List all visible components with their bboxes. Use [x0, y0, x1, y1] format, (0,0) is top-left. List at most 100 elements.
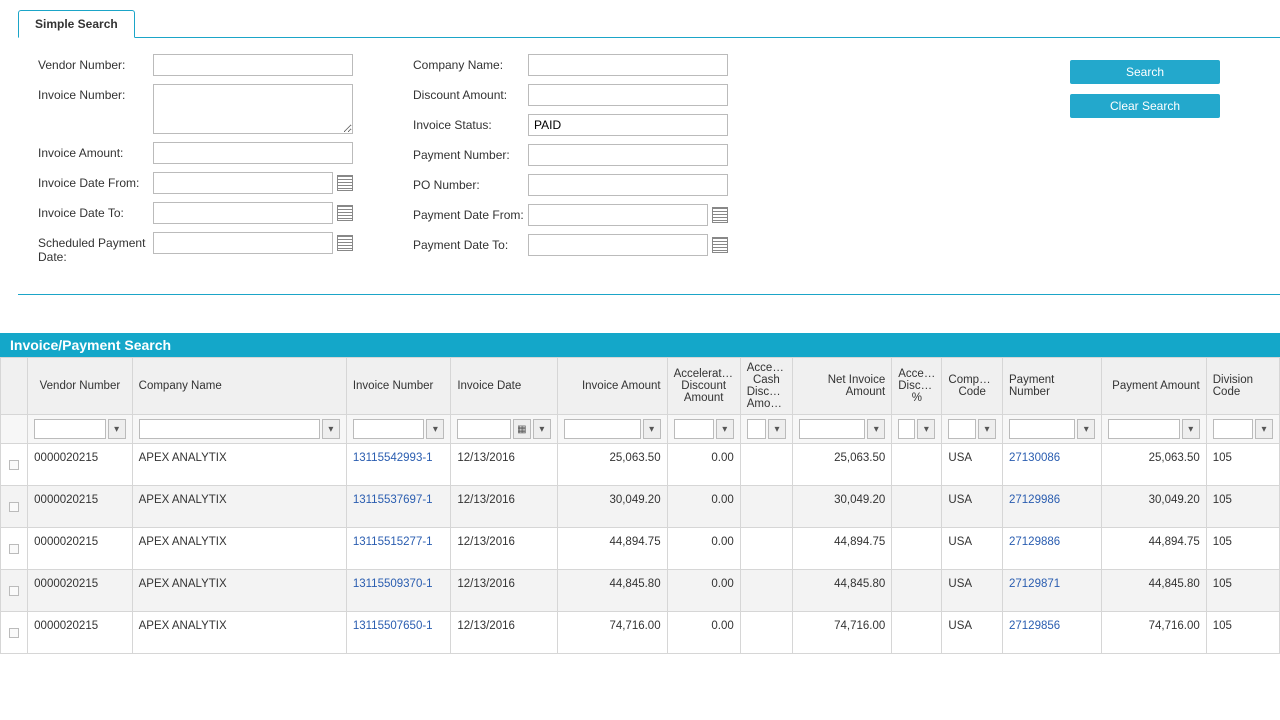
label-company-name: Company Name:	[413, 54, 528, 72]
invoice-number-textarea[interactable]	[153, 84, 353, 134]
cell-invoice-number[interactable]: 13115507650-1	[346, 612, 450, 654]
po-number-input[interactable]	[528, 174, 728, 196]
grid-header-row: Vendor Number Company Name Invoice Numbe…	[1, 358, 1280, 415]
filter-net[interactable]	[799, 419, 865, 439]
filter-icon[interactable]: ▾	[978, 419, 996, 439]
col-net-invoice[interactable]: Net Invoice Amount	[792, 358, 891, 415]
col-division-code[interactable]: Division Code	[1206, 358, 1279, 415]
filter-vendor[interactable]	[34, 419, 105, 439]
filter-icon[interactable]: ▾	[1182, 419, 1200, 439]
calendar-icon[interactable]: ▦	[513, 419, 531, 439]
col-company-code[interactable]: Company Code	[942, 358, 1003, 415]
cell-accel-cash	[740, 612, 792, 654]
filter-cc[interactable]	[948, 419, 976, 439]
cell-company-code: USA	[942, 528, 1003, 570]
filter-icon[interactable]: ▾	[426, 419, 444, 439]
calendar-icon[interactable]	[337, 175, 353, 191]
col-invoice-date[interactable]: Invoice Date	[451, 358, 558, 415]
filter-icon[interactable]: ▾	[768, 419, 786, 439]
calendar-icon[interactable]	[337, 205, 353, 221]
filter-icon[interactable]: ▾	[917, 419, 935, 439]
cell-net-invoice: 30,049.20	[792, 486, 891, 528]
payment-number-input[interactable]	[528, 144, 728, 166]
col-payment-amount[interactable]: Payment Amount	[1102, 358, 1206, 415]
filter-invamt[interactable]	[564, 419, 641, 439]
label-invoice-status: Invoice Status:	[413, 114, 528, 132]
payment-date-from-input[interactable]	[528, 204, 708, 226]
col-payment-number[interactable]: Payment Number	[1003, 358, 1102, 415]
discount-amount-input[interactable]	[528, 84, 728, 106]
filter-icon[interactable]: ▾	[108, 419, 126, 439]
row-checkbox[interactable]	[9, 628, 19, 638]
invoice-amount-input[interactable]	[153, 142, 353, 164]
cell-company: APEX ANALYTIX	[132, 486, 346, 528]
cell-payment-number[interactable]: 27129986	[1003, 486, 1102, 528]
filter-icon[interactable]: ▾	[1077, 419, 1095, 439]
filter-icon[interactable]: ▾	[533, 419, 551, 439]
table-row[interactable]: 0000020215APEX ANALYTIX13115537697-112/1…	[1, 486, 1280, 528]
filter-adpc[interactable]	[898, 419, 915, 439]
invoice-date-from-input[interactable]	[153, 172, 333, 194]
col-accel-cash[interactable]: Accelerated Cash Discount Amount	[740, 358, 792, 415]
scheduled-payment-date-input[interactable]	[153, 232, 333, 254]
cell-invoice-number[interactable]: 13115542993-1	[346, 444, 450, 486]
filter-icon[interactable]: ▾	[716, 419, 734, 439]
cell-invoice-date: 12/13/2016	[451, 486, 558, 528]
row-checkbox[interactable]	[9, 586, 19, 596]
filter-icon[interactable]: ▾	[322, 419, 340, 439]
col-invoice-amount[interactable]: Invoice Amount	[557, 358, 667, 415]
table-row[interactable]: 0000020215APEX ANALYTIX13115515277-112/1…	[1, 528, 1280, 570]
results-panel: Invoice/Payment Search Vendor Number Com…	[0, 333, 1280, 654]
clear-search-button[interactable]: Clear Search	[1070, 94, 1220, 118]
col-company-name[interactable]: Company Name	[132, 358, 346, 415]
cell-company: APEX ANALYTIX	[132, 570, 346, 612]
cell-division-code: 105	[1206, 612, 1279, 654]
filter-adisc[interactable]	[674, 419, 714, 439]
cell-vendor: 0000020215	[28, 528, 132, 570]
table-row[interactable]: 0000020215APEX ANALYTIX13115507650-112/1…	[1, 612, 1280, 654]
label-payment-date-to: Payment Date To:	[413, 234, 528, 252]
vendor-number-input[interactable]	[153, 54, 353, 76]
cell-invoice-number[interactable]: 13115509370-1	[346, 570, 450, 612]
filter-icon[interactable]: ▾	[1255, 419, 1273, 439]
col-accel-disc-pct[interactable]: Accelerated Discount %	[892, 358, 942, 415]
table-row[interactable]: 0000020215APEX ANALYTIX13115509370-112/1…	[1, 570, 1280, 612]
filter-acash[interactable]	[747, 419, 766, 439]
cell-payment-number[interactable]: 27129886	[1003, 528, 1102, 570]
filter-icon[interactable]: ▾	[643, 419, 661, 439]
filter-pnum[interactable]	[1009, 419, 1075, 439]
calendar-icon[interactable]	[712, 207, 728, 223]
cell-payment-number[interactable]: 27130086	[1003, 444, 1102, 486]
search-button[interactable]: Search	[1070, 60, 1220, 84]
payment-date-to-input[interactable]	[528, 234, 708, 256]
label-discount-amount: Discount Amount:	[413, 84, 528, 102]
label-invoice-number: Invoice Number:	[38, 84, 153, 102]
col-checkbox[interactable]	[1, 358, 28, 415]
cell-payment-number[interactable]: 27129856	[1003, 612, 1102, 654]
filter-pamt[interactable]	[1108, 419, 1179, 439]
col-accel-discount[interactable]: Accelerated Discount Amount	[667, 358, 740, 415]
invoice-date-to-input[interactable]	[153, 202, 333, 224]
row-checkbox[interactable]	[9, 544, 19, 554]
col-vendor-number[interactable]: Vendor Number	[28, 358, 132, 415]
col-invoice-number[interactable]: Invoice Number	[346, 358, 450, 415]
cell-invoice-number[interactable]: 13115515277-1	[346, 528, 450, 570]
invoice-status-select[interactable]: PAID	[528, 114, 728, 136]
row-checkbox[interactable]	[9, 502, 19, 512]
cell-payment-number[interactable]: 27129871	[1003, 570, 1102, 612]
filter-company[interactable]	[139, 419, 320, 439]
calendar-icon[interactable]	[337, 235, 353, 251]
cell-invoice-number[interactable]: 13115537697-1	[346, 486, 450, 528]
cell-net-invoice: 25,063.50	[792, 444, 891, 486]
filter-invdate[interactable]	[457, 419, 511, 439]
tab-simple-search[interactable]: Simple Search	[18, 10, 135, 38]
filter-invnum[interactable]	[353, 419, 424, 439]
table-row[interactable]: 0000020215APEX ANALYTIX13115542993-112/1…	[1, 444, 1280, 486]
cell-division-code: 105	[1206, 444, 1279, 486]
filter-div[interactable]	[1213, 419, 1253, 439]
calendar-icon[interactable]	[712, 237, 728, 253]
row-checkbox[interactable]	[9, 460, 19, 470]
cell-division-code: 105	[1206, 486, 1279, 528]
company-name-input[interactable]	[528, 54, 728, 76]
filter-icon[interactable]: ▾	[867, 419, 885, 439]
